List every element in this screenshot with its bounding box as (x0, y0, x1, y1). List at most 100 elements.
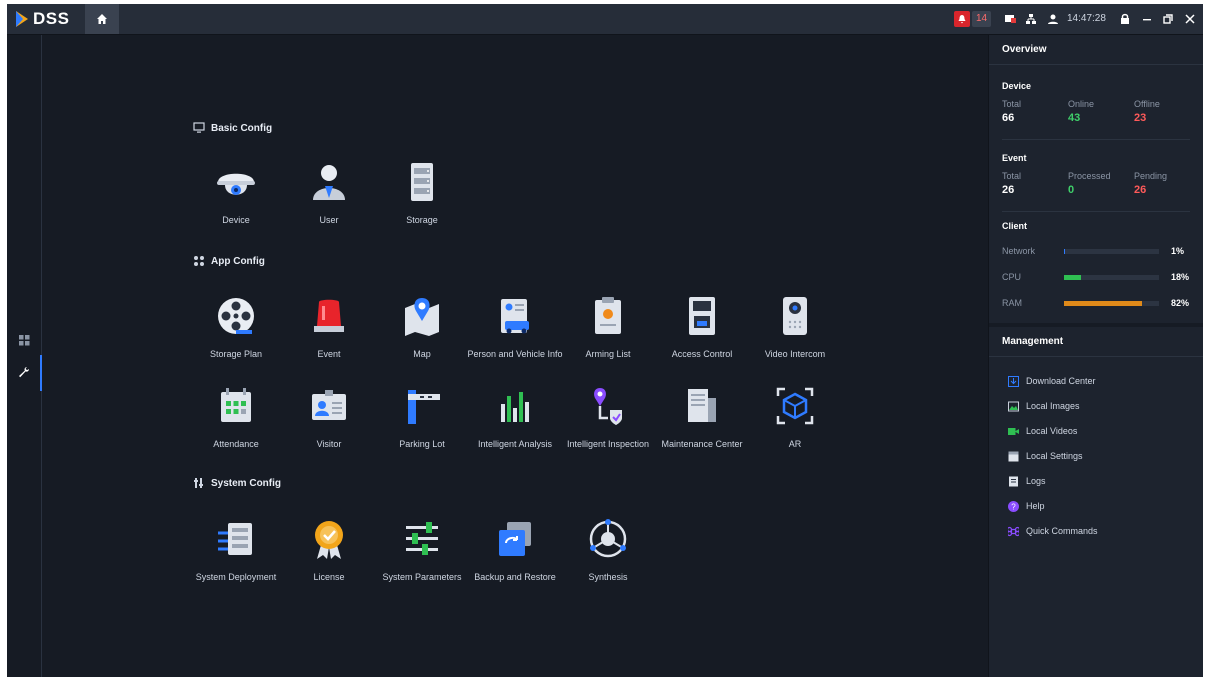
tile-intelligent-inspection-label: Intelligent Inspection (566, 439, 650, 449)
license-badge-icon (315, 521, 343, 559)
tile-storage[interactable]: Storage (374, 160, 470, 232)
mg-download-center-label: Download Center (1026, 376, 1096, 386)
alarm-count: 14 (972, 11, 992, 27)
rail-grid-button[interactable] (7, 325, 41, 355)
tile-user[interactable]: User (281, 160, 377, 232)
tile-synthesis[interactable]: Synthesis (560, 517, 656, 589)
sliders-icon (406, 522, 438, 555)
cpu-bar-fill (1064, 275, 1082, 280)
tile-intelligent-analysis[interactable]: Intelligent Analysis (467, 384, 563, 456)
tile-backup-restore[interactable]: Backup and Restore (467, 517, 563, 589)
tile-ar-label: AR (788, 439, 802, 449)
tile-backup-restore-label: Backup and Restore (474, 572, 556, 582)
person-vehicle-icon (501, 299, 529, 334)
event-section-title: Event (1002, 153, 1027, 163)
ram-percent: 82% (1171, 298, 1190, 308)
tile-parking-lot[interactable]: Parking Lot (374, 384, 470, 456)
event-pending-label: Pending (1134, 171, 1168, 181)
tile-event[interactable]: Event (281, 294, 377, 366)
wrench-icon (19, 367, 29, 378)
tile-ar[interactable]: AR (747, 384, 843, 456)
tile-visitor[interactable]: Visitor (281, 384, 377, 456)
access-panel-icon (689, 297, 715, 335)
tile-license[interactable]: License (281, 517, 377, 589)
mg-local-settings[interactable]: Local Settings (1008, 449, 1083, 463)
tile-system-parameters[interactable]: System Parameters (374, 517, 470, 589)
tile-visitor-label: Visitor (316, 439, 342, 449)
tile-access-control[interactable]: Access Control (654, 294, 750, 366)
tile-intelligent-inspection[interactable]: Intelligent Inspection (560, 384, 656, 456)
user-icon (313, 165, 345, 200)
logo-text: DSS (33, 9, 70, 28)
tile-person-vehicle-info[interactable]: Person and Vehicle Info (467, 294, 563, 366)
section-app-config: App Config (193, 255, 265, 267)
device-offline-value: 23 (1134, 112, 1147, 124)
right-panel: Overview Device Total Online Offline 66 … (988, 35, 1203, 677)
tile-video-intercom-label: Video Intercom (764, 349, 826, 359)
tile-maintenance-center[interactable]: Maintenance Center (654, 384, 750, 456)
client-section-title: Client (1002, 221, 1028, 231)
help-icon: ? (1008, 500, 1019, 512)
lock-icon[interactable] (1118, 12, 1132, 26)
restore-icon[interactable] (1161, 12, 1175, 26)
tile-arming-list-label: Arming List (585, 349, 631, 359)
mg-help-label: Help (1026, 501, 1045, 511)
tile-maintenance-center-label: Maintenance Center (661, 439, 743, 449)
event-processed-label: Processed (1068, 171, 1111, 181)
tree-icon[interactable] (1024, 12, 1038, 26)
tile-access-control-label: Access Control (671, 349, 733, 359)
video-icon (1008, 427, 1019, 435)
tile-device-label: Device (222, 215, 250, 225)
barrier-gate-icon (408, 390, 440, 424)
alarm-button[interactable]: 14 (954, 11, 992, 27)
ram-bar (1064, 301, 1159, 306)
alarm-light-icon (314, 299, 344, 332)
tile-parking-lot-label: Parking Lot (399, 439, 445, 449)
monitor-icon (193, 122, 205, 133)
intercom-icon (783, 297, 807, 335)
user-icon[interactable] (1046, 12, 1060, 26)
tile-attendance[interactable]: Attendance (188, 384, 284, 456)
map-icon (405, 298, 439, 336)
tile-system-deployment[interactable]: System Deployment (188, 517, 284, 589)
section-system-title: System Config (211, 477, 282, 489)
mg-local-images[interactable]: Local Images (1008, 399, 1080, 413)
minimize-icon[interactable] (1140, 12, 1154, 26)
rail-config-button[interactable] (7, 357, 41, 387)
event-total-label: Total (1002, 171, 1022, 181)
device-section-title: Device (1002, 81, 1032, 91)
mg-download-center[interactable]: Download Center (1008, 374, 1096, 388)
logs-icon (1009, 476, 1018, 486)
home-tab[interactable] (85, 4, 119, 34)
storage-server-icon (411, 163, 433, 201)
tile-storage-plan[interactable]: Storage Plan (188, 294, 284, 366)
document-stack-icon (688, 389, 716, 422)
tile-video-intercom[interactable]: Video Intercom (747, 294, 843, 366)
section-basic-title: Basic Config (211, 122, 273, 134)
mg-local-videos-label: Local Videos (1026, 426, 1078, 436)
tile-device[interactable]: Device (188, 160, 284, 232)
close-icon[interactable] (1183, 12, 1197, 26)
dome-camera-icon (217, 173, 255, 195)
overview-title: Overview (989, 35, 1203, 65)
mg-help[interactable]: ? Help (1008, 499, 1045, 513)
download-icon (1008, 375, 1019, 387)
left-rail (7, 35, 42, 677)
tile-person-vehicle-info-label: Person and Vehicle Info (467, 349, 563, 359)
tile-map[interactable]: Map (374, 294, 470, 366)
ram-label: RAM (1002, 298, 1022, 308)
event-icon[interactable] (1003, 12, 1017, 26)
mg-logs-label: Logs (1026, 476, 1046, 486)
event-pending-value: 26 (1134, 184, 1147, 196)
mg-logs[interactable]: Logs (1008, 474, 1046, 488)
clipboard-icon (595, 297, 621, 334)
mg-quick-commands[interactable]: Quick Commands (1008, 524, 1098, 538)
event-total-value: 26 (1002, 184, 1015, 196)
mg-local-videos[interactable]: Local Videos (1008, 424, 1077, 438)
visitor-badge-icon (312, 390, 346, 420)
device-online-label: Online (1068, 99, 1095, 109)
device-online-value: 43 (1068, 112, 1081, 124)
divider (1002, 211, 1190, 212)
tile-arming-list[interactable]: Arming List (560, 294, 656, 366)
tile-user-label: User (319, 215, 339, 225)
